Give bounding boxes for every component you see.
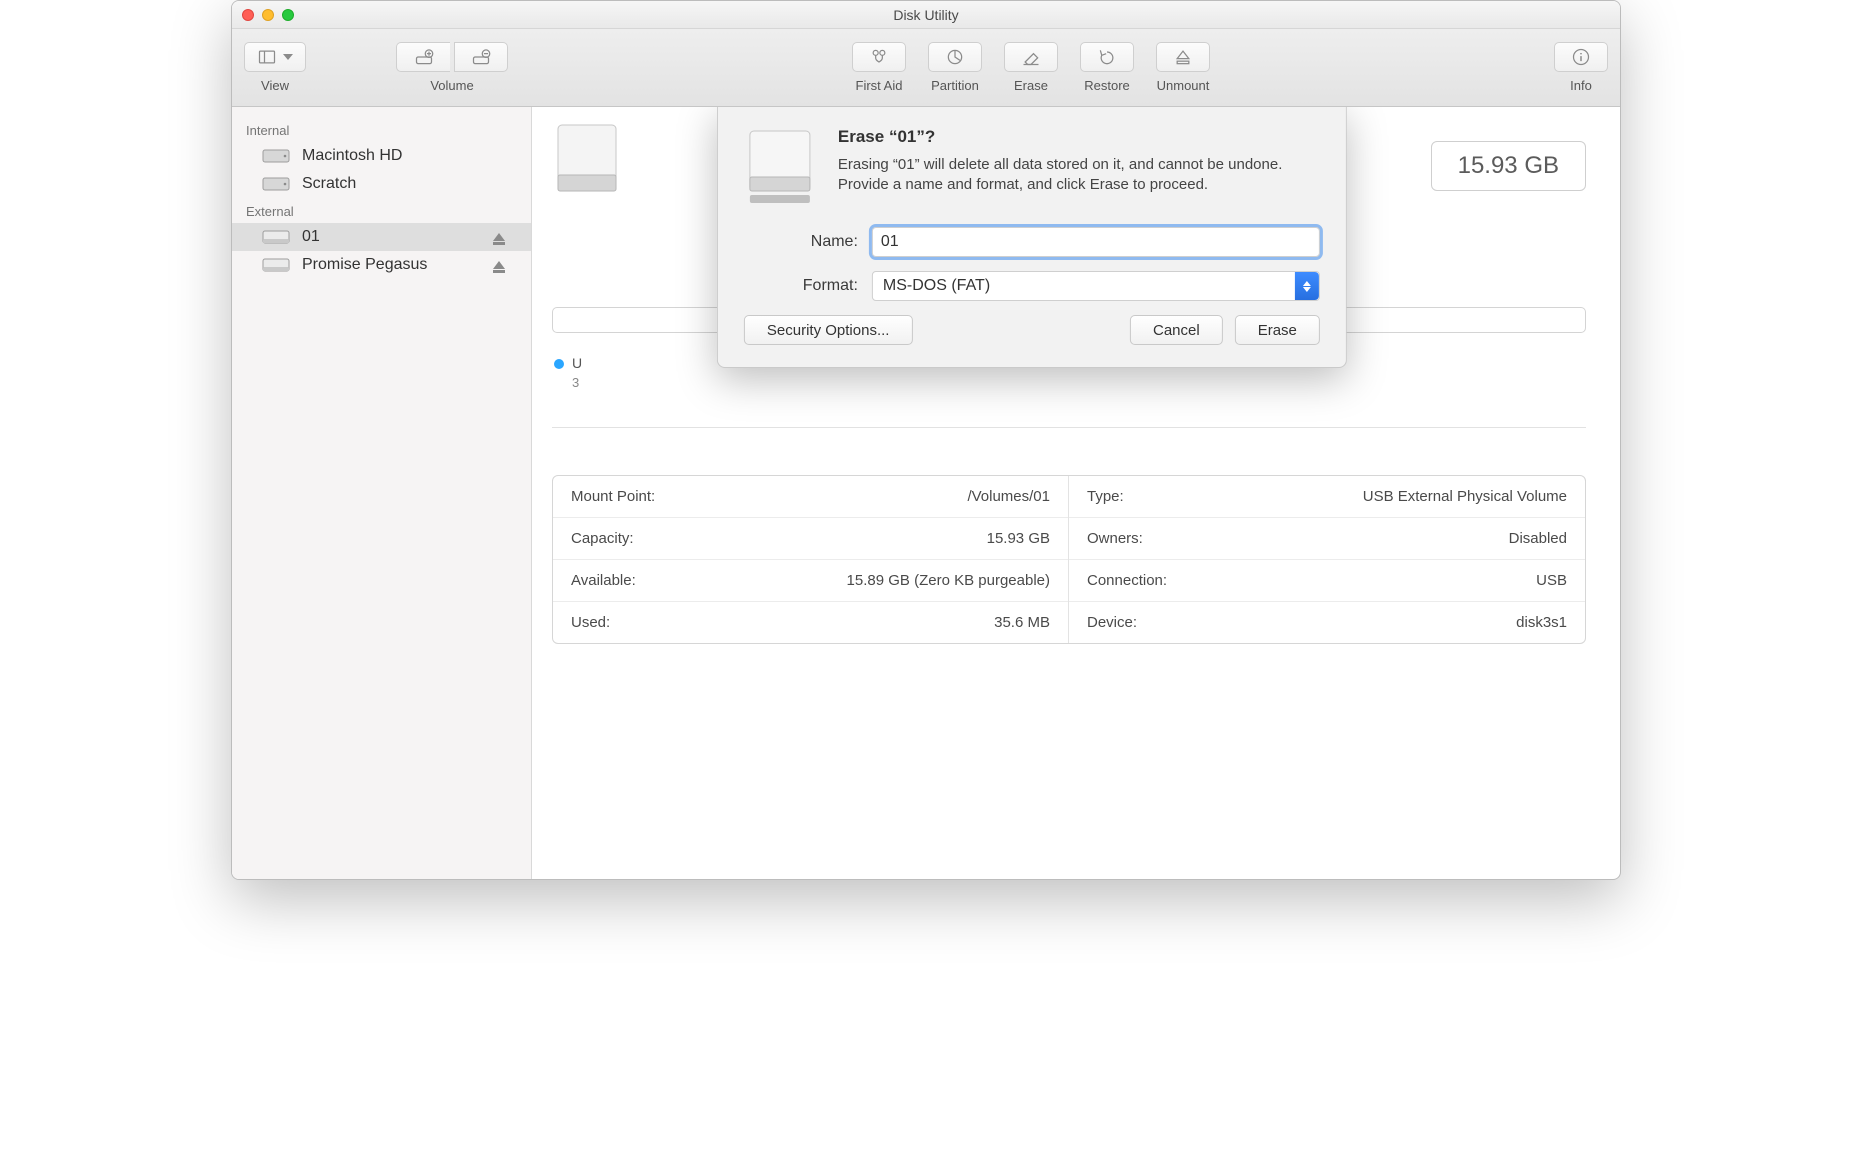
sidebar-item-promise-pegasus[interactable]: Promise Pegasus: [232, 251, 531, 279]
volume-header-icon: [552, 117, 622, 207]
name-label: Name:: [744, 233, 872, 251]
erase-icon: [1021, 47, 1041, 67]
volume-add-button[interactable]: [396, 42, 450, 72]
info-val: 15.89 GB (Zero KB purgeable): [847, 572, 1050, 589]
name-field[interactable]: [872, 227, 1320, 257]
sidebar-icon: [257, 47, 277, 67]
traffic-lights: [242, 9, 294, 21]
cancel-button[interactable]: Cancel: [1130, 315, 1223, 345]
partition-button[interactable]: [928, 42, 982, 72]
volume-label: Volume: [430, 78, 473, 93]
used-legend-dot: [554, 359, 564, 369]
external-disk-icon: [262, 256, 290, 274]
dialog-text-block: Erase “01”? Erasing “01” will delete all…: [838, 127, 1320, 207]
dialog-disk-icon: [744, 127, 816, 207]
dialog-title: Erase “01”?: [838, 127, 1320, 147]
info-val: USB: [1536, 572, 1567, 589]
erase-button[interactable]: [1004, 42, 1058, 72]
security-options-button[interactable]: Security Options...: [744, 315, 913, 345]
info-grid: Mount Point: /Volumes/01 Capacity: 15.93 G…: [552, 475, 1586, 644]
toolbar-volume-group: Volume: [396, 42, 508, 93]
format-select[interactable]: MS-DOS (FAT): [872, 271, 1320, 301]
hard-disk-icon: [262, 147, 290, 165]
eject-icon: [1173, 47, 1193, 67]
erase-confirm-button[interactable]: Erase: [1235, 315, 1320, 345]
format-label: Format:: [744, 277, 872, 295]
close-window[interactable]: [242, 9, 254, 21]
used-legend-sub: 3: [572, 375, 579, 390]
sidebar-section-internal: Internal: [232, 117, 531, 142]
hard-disk-icon: [262, 175, 290, 193]
partition-label: Partition: [931, 78, 979, 93]
view-label: View: [261, 78, 289, 93]
divider: [552, 427, 1586, 428]
used-legend-label: U: [572, 355, 582, 371]
info-val: 15.93 GB: [987, 530, 1050, 547]
main-panel: 15.93 GB U 3 Mount Point: /Volumes/01 Cap…: [532, 107, 1620, 879]
sidebar-item-label: 01: [302, 228, 320, 246]
dialog-actions: Security Options... Cancel Erase: [744, 315, 1320, 345]
dialog-message: Erasing “01” will delete all data stored…: [838, 155, 1320, 196]
info-val: /Volumes/01: [967, 488, 1050, 505]
info-col-left: Mount Point: /Volumes/01 Capacity: 15.93 G…: [553, 476, 1069, 643]
select-chevron-icon: [1295, 272, 1319, 300]
sidebar: Internal Macintosh HD Scratch External 0…: [232, 107, 532, 879]
partition-icon: [945, 47, 965, 67]
restore-label: Restore: [1084, 78, 1130, 93]
first-aid-icon: [869, 47, 889, 67]
volume-remove-button[interactable]: [454, 42, 508, 72]
unmount-button[interactable]: [1156, 42, 1210, 72]
eject-icon[interactable]: [493, 233, 505, 241]
info-key: Type:: [1087, 488, 1124, 505]
info-key: Device:: [1087, 614, 1137, 631]
sidebar-item-label: Macintosh HD: [302, 147, 402, 165]
toolbar: View Volume First Aid Partition: [232, 29, 1620, 107]
info-key: Connection:: [1087, 572, 1167, 589]
info-key: Used:: [571, 614, 610, 631]
info-val: disk3s1: [1516, 614, 1567, 631]
external-disk-icon: [262, 228, 290, 246]
info-val: USB External Physical Volume: [1363, 488, 1567, 505]
content: Internal Macintosh HD Scratch External 0…: [232, 107, 1620, 879]
window: Disk Utility View Volume: [231, 0, 1621, 880]
info-label: Info: [1570, 78, 1592, 93]
sidebar-item-macintosh-hd[interactable]: Macintosh HD: [232, 142, 531, 170]
erase-dialog: Erase “01”? Erasing “01” will delete all…: [717, 107, 1347, 368]
sidebar-item-label: Scratch: [302, 175, 356, 193]
sidebar-section-external: External: [232, 198, 531, 223]
titlebar: Disk Utility: [232, 1, 1620, 29]
info-key: Available:: [571, 572, 636, 589]
window-title: Disk Utility: [232, 7, 1620, 23]
first-aid-button[interactable]: [852, 42, 906, 72]
info-val: Disabled: [1509, 530, 1567, 547]
volume-add-icon: [414, 47, 434, 67]
size-badge: 15.93 GB: [1431, 141, 1586, 191]
chevron-down-icon: [283, 54, 293, 60]
first-aid-label: First Aid: [856, 78, 903, 93]
volume-remove-icon: [471, 47, 491, 67]
format-value: MS-DOS (FAT): [883, 277, 990, 295]
erase-label: Erase: [1014, 78, 1048, 93]
info-button[interactable]: [1554, 42, 1608, 72]
dialog-form: Name: Format: MS-DOS (FAT): [744, 227, 1320, 301]
sidebar-item-01[interactable]: 01: [232, 223, 531, 251]
sidebar-item-label: Promise Pegasus: [302, 256, 427, 274]
unmount-label: Unmount: [1157, 78, 1210, 93]
restore-icon: [1097, 47, 1117, 67]
toolbar-info-group: Info: [1554, 42, 1608, 93]
info-val: 35.6 MB: [994, 614, 1050, 631]
minimize-window[interactable]: [262, 9, 274, 21]
info-key: Mount Point:: [571, 488, 655, 505]
info-key: Capacity:: [571, 530, 634, 547]
eject-icon[interactable]: [493, 261, 505, 269]
info-icon: [1571, 47, 1591, 67]
zoom-window[interactable]: [282, 9, 294, 21]
view-button[interactable]: [244, 42, 306, 72]
info-key: Owners:: [1087, 530, 1143, 547]
toolbar-center: First Aid Partition Erase Restore Unmoun…: [852, 42, 1210, 93]
info-col-right: Type: USB External Physical Volume Owners…: [1069, 476, 1585, 643]
toolbar-view-group: View: [244, 42, 306, 93]
restore-button[interactable]: [1080, 42, 1134, 72]
sidebar-item-scratch[interactable]: Scratch: [232, 170, 531, 198]
